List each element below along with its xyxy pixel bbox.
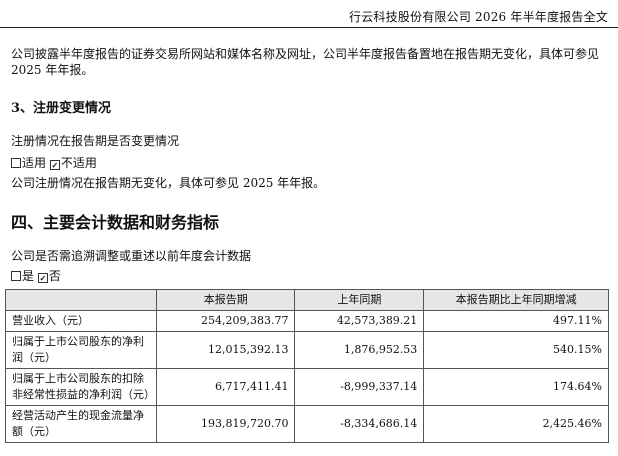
section3-heading: 3、注册变更情况 xyxy=(11,101,112,116)
table-header-cell: 本报告期比上年同期增减 xyxy=(423,289,609,311)
section3-question: 注册情况在报告期是否变更情况 xyxy=(11,134,180,148)
row-label: 归属于上市公司股东的净利润（元） xyxy=(5,331,157,369)
row-label: 归属于上市公司股东的扣除非经常性损益的净利润（元） xyxy=(5,368,157,406)
change-cell: 174.64% xyxy=(423,368,609,406)
table-header-row: 本报告期 上年同期 本报告期比上年同期增减 xyxy=(5,289,609,311)
change-cell: 540.15% xyxy=(423,331,609,369)
current-period-cell: 254,209,383.77 xyxy=(155,310,296,332)
financial-data-table: 本报告期 上年同期 本报告期比上年同期增减 营业收入（元） 254,209,38… xyxy=(5,289,609,443)
unchecked-box-icon xyxy=(11,271,21,281)
checked-box-icon: ✓ xyxy=(37,273,48,283)
section3-conclusion: 公司注册情况在报告期无变化，具体可参见 2025 年年报。 xyxy=(11,176,326,190)
option-no-label: 否 xyxy=(48,269,61,283)
prior-period-cell: 1,876,952.53 xyxy=(294,331,425,369)
intro-paragraph: 公司披露半年度报告的证券交易所网站和媒体名称及网址，公司半年度报告备置地在报告期… xyxy=(11,47,600,77)
current-period-cell: 6,717,411.41 xyxy=(155,368,296,406)
prior-period-cell: -8,334,686.14 xyxy=(294,405,425,443)
section4-heading: 四、主要会计数据和财务指标 xyxy=(11,213,220,232)
table-header-cell: 本报告期 xyxy=(155,289,296,311)
current-period-cell: 12,015,392.13 xyxy=(155,331,296,369)
option-yes-label: 是 xyxy=(22,269,35,283)
table-row: 经营活动产生的现金流量净额（元） 193,819,720.70 -8,334,6… xyxy=(5,405,609,443)
option-applicable-label: 适用 xyxy=(22,156,47,170)
unchecked-box-icon xyxy=(11,158,21,168)
table-header-cell xyxy=(5,289,157,311)
table-row: 归属于上市公司股东的扣除非经常性损益的净利润（元） 6,717,411.41 -… xyxy=(5,368,609,406)
row-label: 营业收入（元） xyxy=(5,310,157,332)
option-not-applicable-label: 不适用 xyxy=(60,156,97,170)
section4-options: 是 ✓ 否 xyxy=(11,268,61,284)
header-divider xyxy=(0,27,618,28)
header-title: 行云科技股份有限公司 2026 年半年度报告全文 xyxy=(349,10,608,24)
change-cell: 2,425.46% xyxy=(423,405,609,443)
row-label: 经营活动产生的现金流量净额（元） xyxy=(5,405,157,443)
table-row: 营业收入（元） 254,209,383.77 42,573,389.21 497… xyxy=(5,310,609,332)
section4-question: 公司是否需追溯调整或重述以前年度会计数据 xyxy=(11,249,252,263)
current-period-cell: 193,819,720.70 xyxy=(155,405,296,443)
section3-options: 适用 ✓ 不适用 xyxy=(11,155,97,171)
prior-period-cell: -8,999,337.14 xyxy=(294,368,425,406)
prior-period-cell: 42,573,389.21 xyxy=(294,310,425,332)
table-row: 归属于上市公司股东的净利润（元） 12,015,392.13 1,876,952… xyxy=(5,331,609,369)
page-header: 行云科技股份有限公司 2026 年半年度报告全文 xyxy=(0,0,618,29)
checked-box-icon: ✓ xyxy=(49,160,60,170)
table-header-cell: 上年同期 xyxy=(294,289,425,311)
change-cell: 497.11% xyxy=(423,310,609,332)
